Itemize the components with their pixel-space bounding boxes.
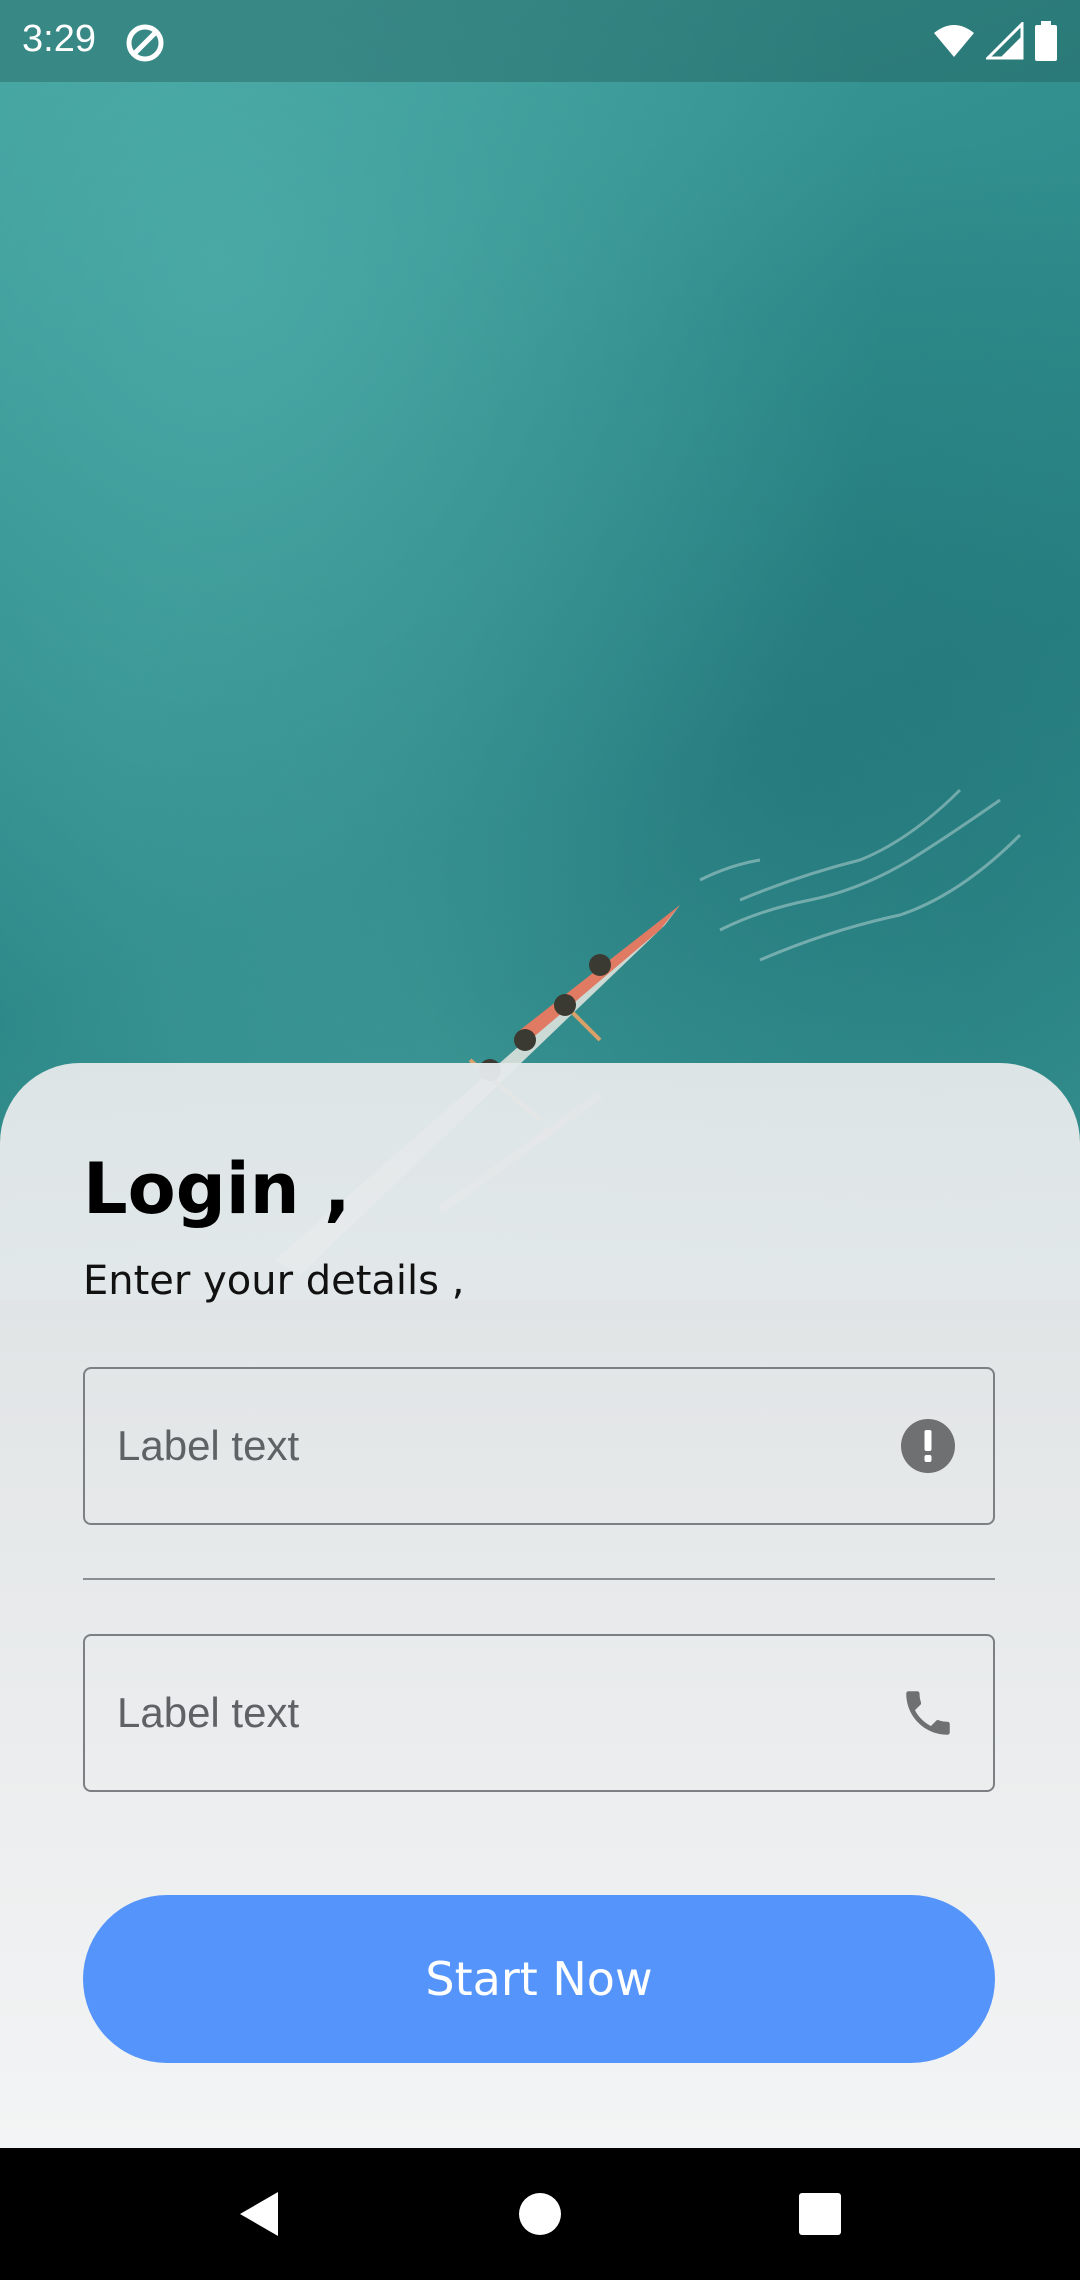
home-icon[interactable] [510, 2184, 570, 2244]
navigation-bar [0, 2148, 1080, 2280]
field-divider [83, 1578, 995, 1580]
status-bar: 3:29 [0, 0, 1080, 82]
battery-icon [1034, 20, 1058, 66]
status-time: 3:29 [22, 18, 96, 60]
field-2-label: Label text [117, 1689, 300, 1736]
error-icon [899, 1417, 957, 1475]
login-title: Login , [83, 1148, 351, 1230]
screen: 3:29 Login , Enter your details , Label … [0, 0, 1080, 2280]
phone-icon [899, 1684, 957, 1742]
label-text-field-2[interactable]: Label text [83, 1634, 995, 1792]
back-icon[interactable] [230, 2184, 290, 2244]
status-icons [932, 19, 1058, 66]
login-subtitle: Enter your details , [83, 1258, 465, 1304]
recents-icon[interactable] [790, 2184, 850, 2244]
wifi-icon [932, 23, 976, 64]
do-not-disturb-icon [124, 22, 166, 64]
label-text-field-1[interactable]: Label text [83, 1367, 995, 1525]
signal-icon [984, 19, 1024, 65]
start-now-button[interactable]: Start Now [83, 1895, 995, 2063]
field-1-label: Label text [117, 1422, 300, 1469]
